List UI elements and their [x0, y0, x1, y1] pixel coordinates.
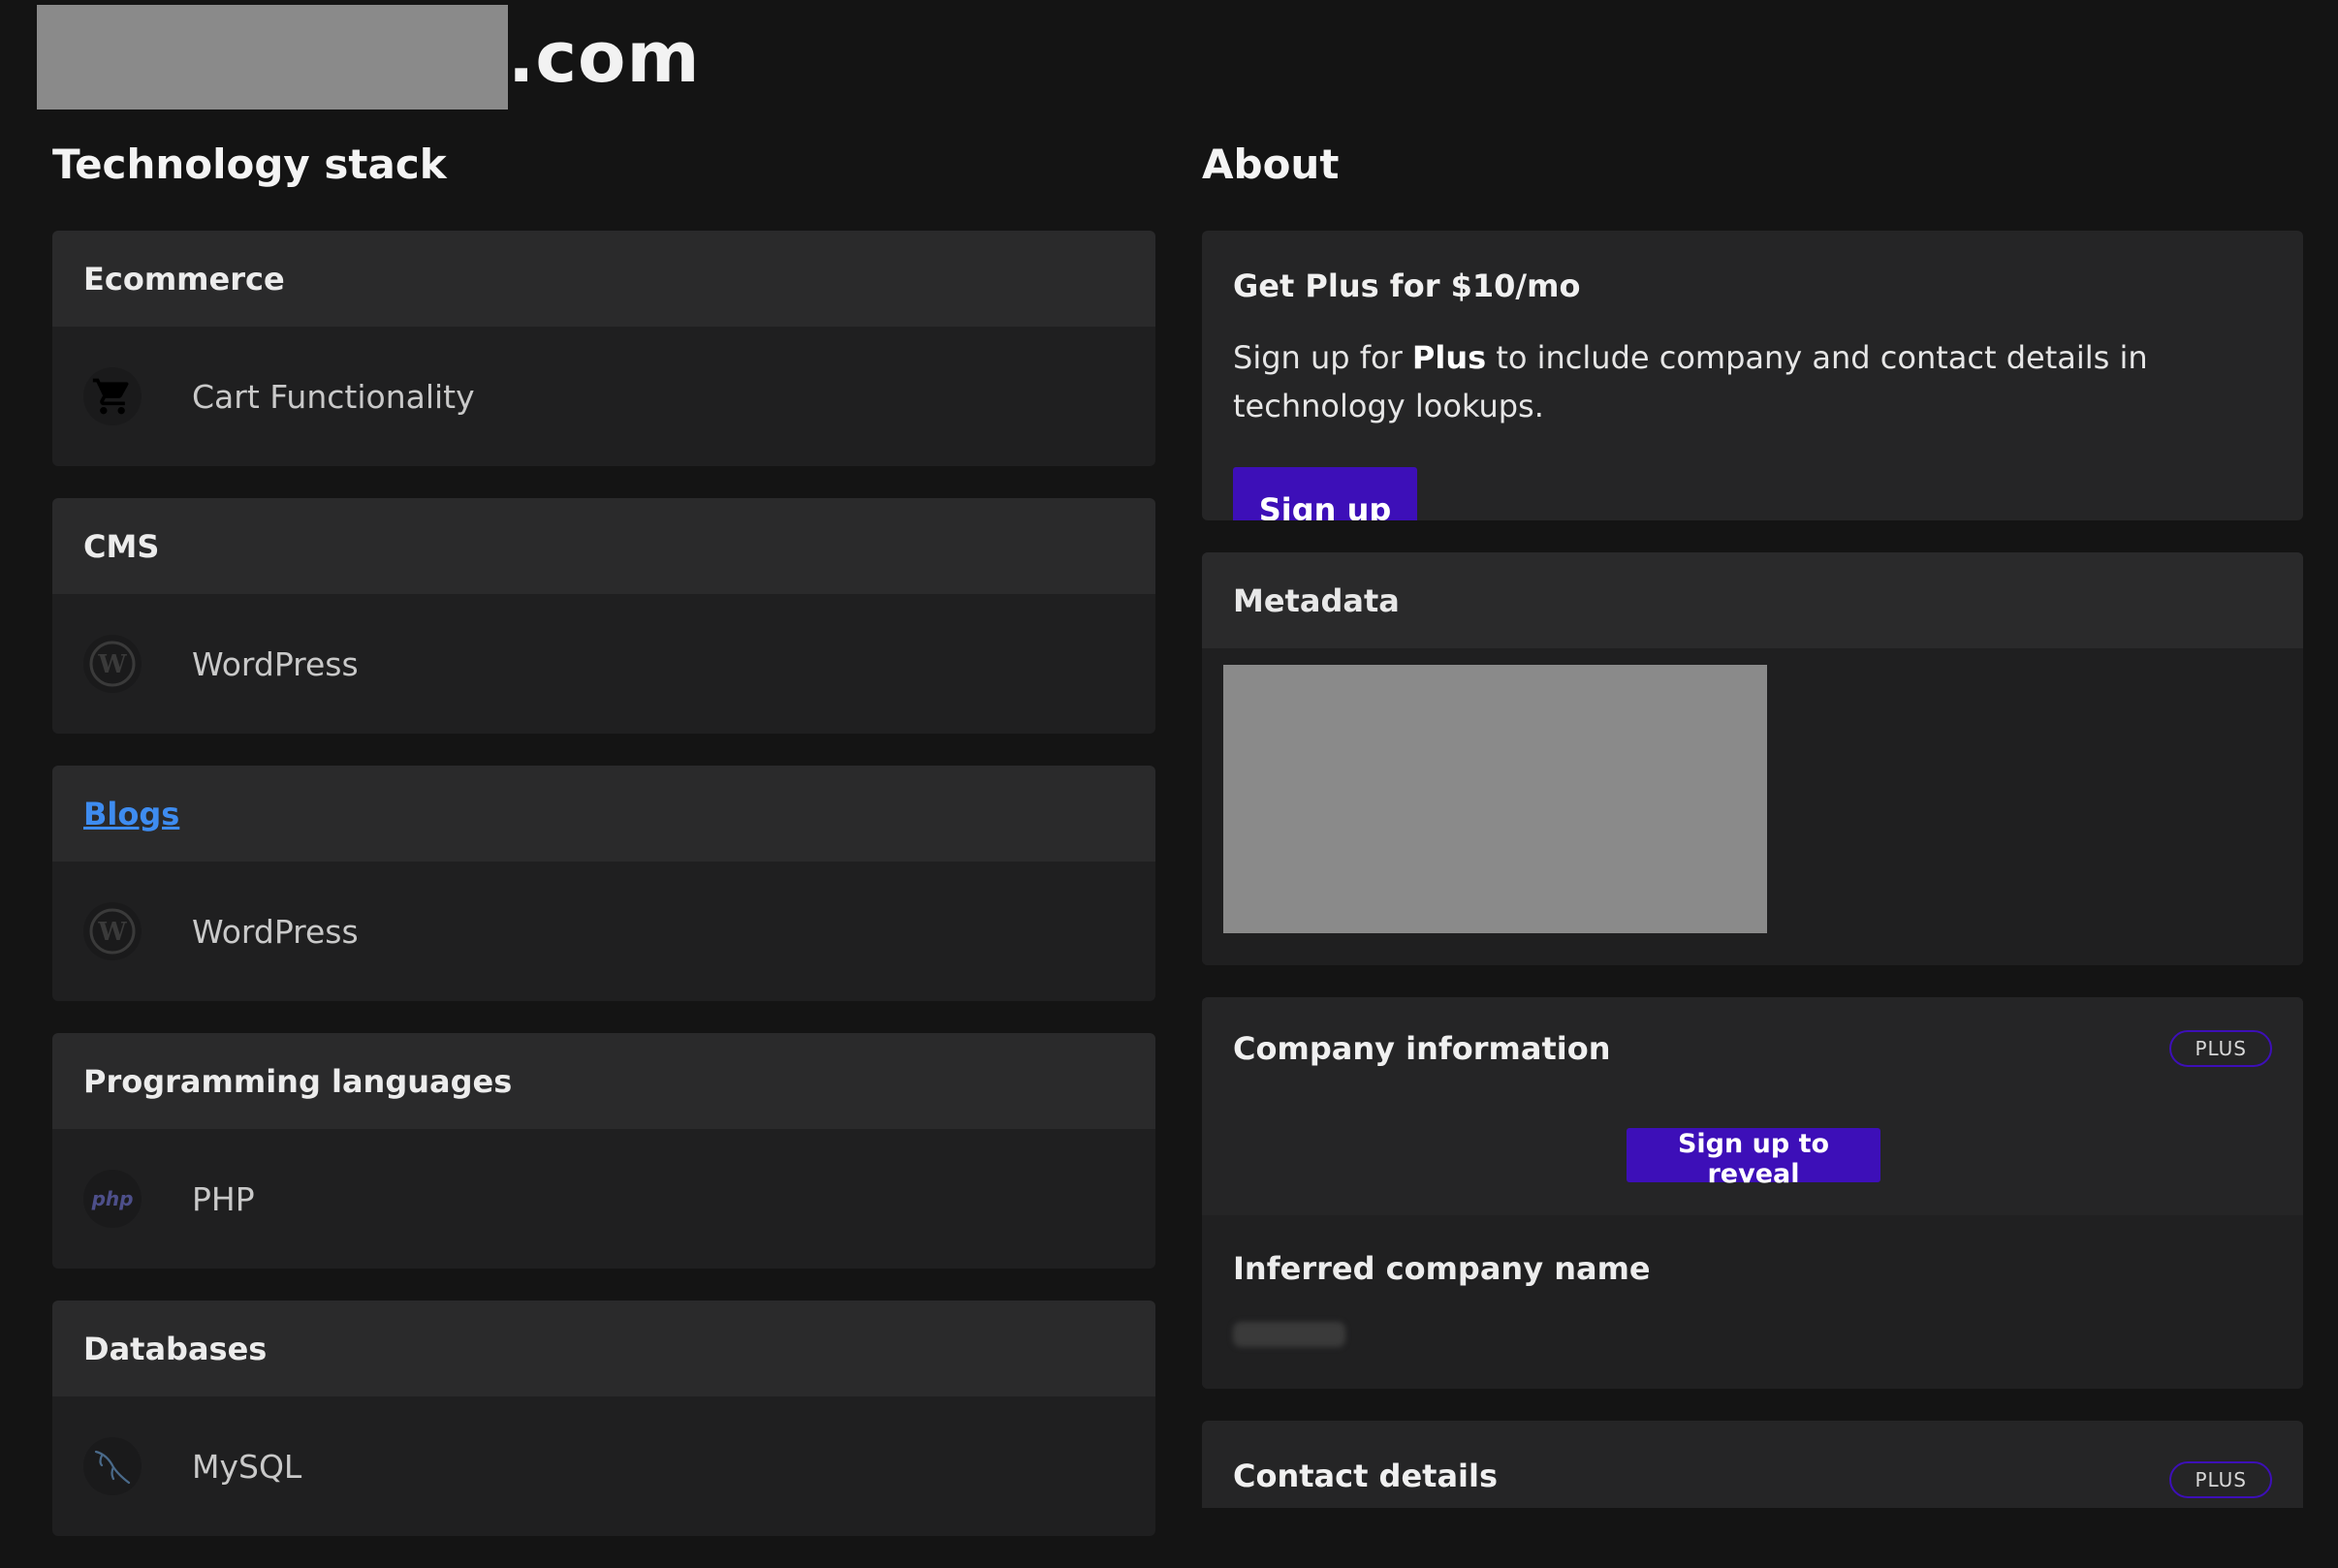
technology-item[interactable]: W WordPress: [52, 594, 1155, 734]
domain-header: .com: [37, 4, 701, 110]
technology-stack-title: Technology stack: [52, 141, 447, 188]
technology-name: Cart Functionality: [192, 377, 475, 416]
company-information-card: Company information PLUS Sign up to reve…: [1202, 997, 2303, 1389]
technology-item[interactable]: MySQL: [52, 1396, 1155, 1536]
blurred-company-name: [1233, 1322, 1345, 1347]
mysql-icon: [83, 1437, 142, 1495]
redacted-domain-name: [37, 5, 508, 110]
category-card-blogs: Blogs W WordPress: [52, 766, 1155, 1001]
category-card-databases: Databases MySQL: [52, 1301, 1155, 1536]
wordpress-icon: W: [83, 902, 142, 960]
category-heading: Programming languages: [52, 1033, 1155, 1129]
category-card-ecommerce: Ecommerce Cart Functionality: [52, 231, 1155, 466]
plus-badge: PLUS: [2169, 1461, 2272, 1498]
plus-upsell-card: Get Plus for $10/mo Sign up for Plus to …: [1202, 231, 2303, 520]
svg-text:W: W: [97, 918, 127, 947]
plus-emphasis: Plus: [1411, 339, 1487, 376]
technology-stack-list: Ecommerce Cart Functionality CMS W WordP…: [52, 231, 1155, 1568]
about-title: About: [1202, 141, 1340, 188]
plus-badge: PLUS: [2169, 1030, 2272, 1067]
category-heading: Ecommerce: [52, 231, 1155, 327]
contact-details-card: Contact details PLUS: [1202, 1421, 2303, 1508]
svg-text:W: W: [97, 650, 127, 679]
about-panel: Get Plus for $10/mo Sign up for Plus to …: [1202, 231, 2303, 1508]
metadata-card: Metadata: [1202, 552, 2303, 965]
technology-name: WordPress: [192, 912, 359, 951]
wordpress-icon: W: [83, 635, 142, 693]
cart-icon: [83, 367, 142, 425]
category-heading: CMS: [52, 498, 1155, 594]
category-heading: Databases: [52, 1301, 1155, 1396]
svg-text:php: php: [91, 1187, 134, 1210]
technology-name: WordPress: [192, 644, 359, 683]
category-card-programming-languages: Programming languages php PHP: [52, 1033, 1155, 1269]
sign-up-to-reveal-button[interactable]: Sign up to reveal: [1627, 1128, 1880, 1189]
php-icon: php: [83, 1170, 142, 1228]
domain-suffix: .com: [508, 16, 701, 98]
technology-item[interactable]: Cart Functionality: [52, 327, 1155, 466]
sign-up-button[interactable]: Sign up: [1233, 467, 1417, 520]
blogs-category-link[interactable]: Blogs: [83, 796, 179, 832]
contact-details-title: Contact details: [1233, 1458, 1499, 1494]
inferred-company-section: Inferred company name: [1202, 1215, 2303, 1389]
company-information-header: Company information PLUS Sign up to reve…: [1202, 997, 2303, 1215]
technology-item[interactable]: W WordPress: [52, 862, 1155, 1001]
metadata-body: [1202, 648, 2303, 965]
metadata-heading: Metadata: [1202, 552, 2303, 648]
redacted-screenshot: [1223, 665, 1767, 933]
category-card-cms: CMS W WordPress: [52, 498, 1155, 734]
technology-name: PHP: [192, 1179, 255, 1218]
plus-title: Get Plus for $10/mo: [1233, 267, 1581, 304]
plus-description: Sign up for Plus to include company and …: [1233, 339, 2148, 424]
technology-item[interactable]: php PHP: [52, 1129, 1155, 1269]
inferred-company-name-label: Inferred company name: [1233, 1250, 1651, 1287]
technology-name: MySQL: [192, 1447, 302, 1486]
category-heading: Blogs: [52, 766, 1155, 862]
company-information-title: Company information: [1233, 1030, 1611, 1067]
